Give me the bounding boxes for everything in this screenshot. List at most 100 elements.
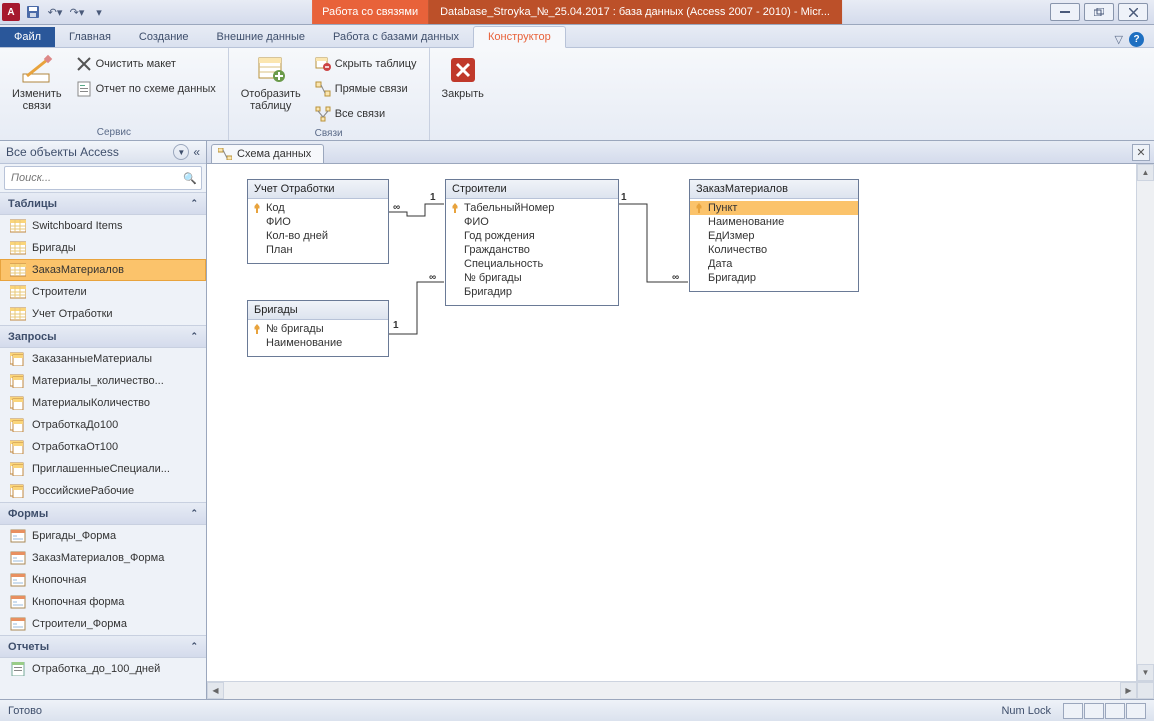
nav-item[interactable]: Материалы_количество... bbox=[0, 370, 206, 392]
qat-customize-icon[interactable]: ▾ bbox=[88, 2, 110, 22]
field[interactable]: ФИО bbox=[248, 215, 388, 229]
form-icon bbox=[10, 595, 26, 609]
field[interactable]: Количество bbox=[690, 243, 858, 257]
close-button[interactable]: Закрыть bbox=[438, 52, 488, 102]
edit-relationships-button[interactable]: Изменить связи bbox=[8, 52, 66, 114]
all-relationships-button[interactable]: Все связи bbox=[311, 102, 421, 126]
field[interactable]: Дата bbox=[690, 257, 858, 271]
qat-redo-icon[interactable]: ↷▾ bbox=[66, 2, 88, 22]
app-icon: A bbox=[2, 3, 20, 21]
nav-item[interactable]: ЗаказМатериалов bbox=[0, 259, 206, 281]
relation-cardinality: 1 bbox=[393, 320, 399, 331]
relationship-report-button[interactable]: Отчет по схеме данных bbox=[72, 77, 220, 101]
navigation-pane: Все объекты Access ▼« 🔍 Таблицы⌃Switchbo… bbox=[0, 141, 207, 699]
scroll-up-icon[interactable]: ▲ bbox=[1137, 164, 1154, 181]
window-minimize-button[interactable] bbox=[1050, 3, 1080, 21]
field[interactable]: № бригады bbox=[446, 271, 618, 285]
dropdown-icon[interactable]: ▼ bbox=[173, 144, 189, 160]
ribbon-tab[interactable]: Внешние данные bbox=[203, 27, 319, 47]
table-title[interactable]: Строители bbox=[446, 180, 618, 199]
ribbon-tab-file[interactable]: Файл bbox=[0, 27, 55, 47]
field[interactable]: Код bbox=[248, 201, 388, 215]
nav-item[interactable]: Учет Отработки bbox=[0, 303, 206, 325]
nav-item[interactable]: Switchboard Items bbox=[0, 215, 206, 237]
nav-item[interactable]: ОтработкаОт100 bbox=[0, 436, 206, 458]
nav-item[interactable]: РоссийскиеРабочие bbox=[0, 480, 206, 502]
show-table-button[interactable]: Отобразить таблицу bbox=[237, 52, 305, 114]
horizontal-scrollbar[interactable]: ◀▶ bbox=[207, 681, 1154, 699]
field[interactable]: ЕдИзмер bbox=[690, 229, 858, 243]
table-t4[interactable]: Бригады № бригадыНаименование bbox=[247, 300, 389, 357]
nav-item[interactable]: ЗаказанныеМатериалы bbox=[0, 348, 206, 370]
field[interactable]: Бригадир bbox=[690, 271, 858, 285]
table-title[interactable]: Учет Отработки bbox=[248, 180, 388, 199]
help-icon[interactable]: ? bbox=[1129, 32, 1144, 47]
nav-item[interactable]: Бригады bbox=[0, 237, 206, 259]
nav-item[interactable]: Отработка_до_100_дней bbox=[0, 658, 206, 680]
search-input[interactable] bbox=[9, 171, 183, 185]
table-title[interactable]: Бригады bbox=[248, 301, 388, 320]
clear-layout-button[interactable]: Очистить макет bbox=[72, 52, 220, 76]
ribbon-tab[interactable]: Главная bbox=[55, 27, 125, 47]
vertical-scrollbar[interactable]: ▲▼ bbox=[1136, 164, 1154, 681]
nav-group-header[interactable]: Таблицы⌃ bbox=[0, 192, 206, 215]
nav-pane-header[interactable]: Все объекты Access ▼« bbox=[0, 141, 206, 164]
nav-item[interactable]: Кнопочная форма bbox=[0, 591, 206, 613]
scroll-right-icon[interactable]: ▶ bbox=[1120, 682, 1137, 699]
relationships-canvas[interactable]: Учет ОтработкиКодФИОКол-во днейПланСтрои… bbox=[207, 164, 1136, 681]
nav-item-label: Бригады_Форма bbox=[32, 530, 116, 542]
relation-cardinality: ∞ bbox=[393, 202, 400, 213]
nav-item[interactable]: Строители bbox=[0, 281, 206, 303]
field[interactable]: Наименование bbox=[248, 336, 388, 350]
nav-item[interactable]: Строители_Форма bbox=[0, 613, 206, 635]
nav-item-label: Строители_Форма bbox=[32, 618, 127, 630]
table-t2[interactable]: Строители ТабельныйНомерФИОГод рожденияГр… bbox=[445, 179, 619, 306]
field[interactable]: ТабельныйНомер bbox=[446, 201, 618, 215]
field[interactable]: Гражданство bbox=[446, 243, 618, 257]
field[interactable]: ФИО bbox=[446, 215, 618, 229]
nav-group-header[interactable]: Запросы⌃ bbox=[0, 325, 206, 348]
nav-item[interactable]: МатериалыКоличество bbox=[0, 392, 206, 414]
field[interactable]: Кол-во дней bbox=[248, 229, 388, 243]
nav-item[interactable]: Бригады_Форма bbox=[0, 525, 206, 547]
search-icon[interactable]: 🔍 bbox=[183, 172, 197, 185]
qat-undo-icon[interactable]: ↶▾ bbox=[44, 2, 66, 22]
view-buttons[interactable] bbox=[1063, 703, 1146, 719]
nav-item-label: Материалы_количество... bbox=[32, 375, 164, 387]
field[interactable]: Наименование bbox=[690, 215, 858, 229]
window-close-button[interactable] bbox=[1118, 3, 1148, 21]
nav-item-label: ЗаказанныеМатериалы bbox=[32, 353, 152, 365]
hide-table-button[interactable]: Скрыть таблицу bbox=[311, 52, 421, 76]
field[interactable]: Год рождения bbox=[446, 229, 618, 243]
nav-group-header[interactable]: Отчеты⌃ bbox=[0, 635, 206, 658]
table-t3[interactable]: ЗаказМатериалов ПунктНаименованиеЕдИзмерК… bbox=[689, 179, 859, 292]
field[interactable]: № бригады bbox=[248, 322, 388, 336]
nav-item[interactable]: Кнопочная bbox=[0, 569, 206, 591]
field[interactable]: Специальность bbox=[446, 257, 618, 271]
collapse-nav-icon[interactable]: « bbox=[193, 145, 200, 159]
ribbon-tab[interactable]: Работа с базами данных bbox=[319, 27, 473, 47]
doc-close-button[interactable]: ✕ bbox=[1132, 144, 1150, 161]
field[interactable]: Пункт bbox=[690, 201, 858, 215]
nav-item[interactable]: ОтработкаДо100 bbox=[0, 414, 206, 436]
field[interactable]: Бригадир bbox=[446, 285, 618, 299]
qat-save-icon[interactable] bbox=[22, 2, 44, 22]
title-bar: A ↶▾ ↷▾ ▾ Работа со связями Database_Str… bbox=[0, 0, 1154, 25]
nav-item-label: Бригады bbox=[32, 242, 76, 254]
ribbon-tab[interactable]: Создание bbox=[125, 27, 203, 47]
nav-item[interactable]: ЗаказМатериалов_Форма bbox=[0, 547, 206, 569]
table-t1[interactable]: Учет Отработки КодФИОКол-во днейПлан bbox=[247, 179, 389, 264]
ribbon-tab[interactable]: Конструктор bbox=[473, 26, 566, 48]
field[interactable]: План bbox=[248, 243, 388, 257]
nav-item[interactable]: ПриглашенныеСпециали... bbox=[0, 458, 206, 480]
scroll-down-icon[interactable]: ▼ bbox=[1137, 664, 1154, 681]
scroll-left-icon[interactable]: ◀ bbox=[207, 682, 224, 699]
nav-search[interactable]: 🔍 bbox=[4, 166, 202, 190]
direct-relationships-button[interactable]: Прямые связи bbox=[311, 77, 421, 101]
window-restore-button[interactable] bbox=[1084, 3, 1114, 21]
ribbon-collapse-icon[interactable]: ▽ bbox=[1115, 33, 1123, 46]
doc-tab-schema[interactable]: Схема данных bbox=[211, 144, 324, 163]
nav-group-header[interactable]: Формы⌃ bbox=[0, 502, 206, 525]
nav-item-label: Строители bbox=[32, 286, 87, 298]
table-title[interactable]: ЗаказМатериалов bbox=[690, 180, 858, 199]
